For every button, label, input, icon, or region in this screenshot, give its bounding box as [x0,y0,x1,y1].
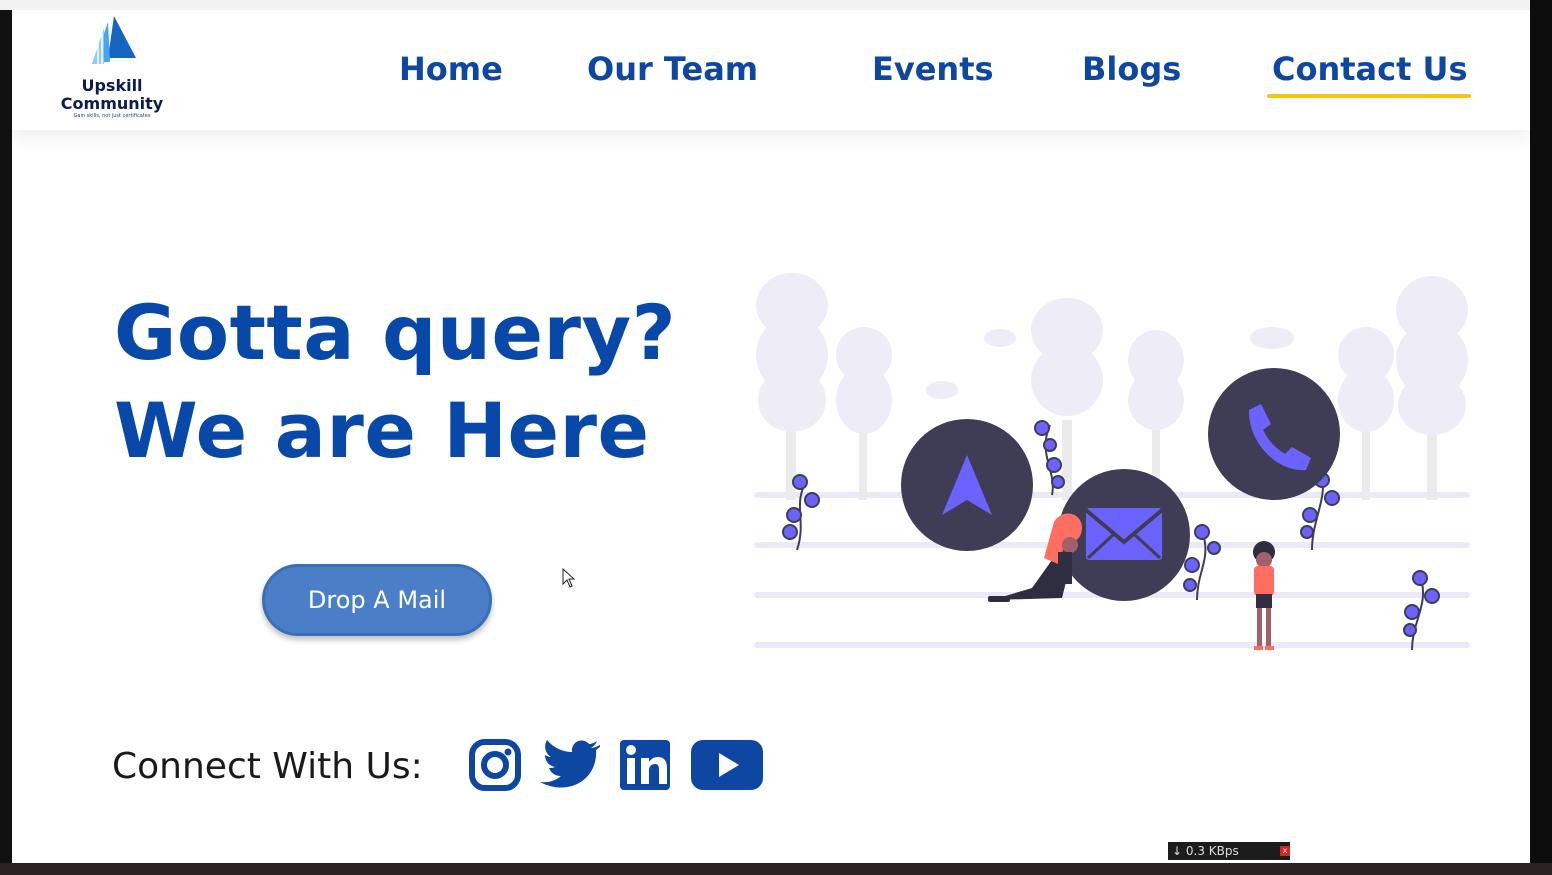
hero-headline-line2: We are Here [114,386,650,475]
phone-circle [1208,368,1340,500]
navigation-circle [901,419,1033,551]
instagram-icon[interactable] [468,738,522,792]
twitter-icon[interactable] [538,738,600,792]
taskbar-strip [0,863,1552,875]
hero-headline-line1: Gotta query? [114,288,677,377]
logo-sail-icon [92,16,136,64]
network-speed-widget: ↓ 0.3 KBps x [1168,842,1290,860]
nav-home[interactable]: Home [399,50,503,88]
network-speed-text: ↓ 0.3 KBps [1172,844,1239,858]
drop-a-mail-button[interactable]: Drop A Mail [262,564,492,636]
connect-with-us-label: Connect With Us: [112,746,423,787]
browser-top-strip [0,0,1552,10]
nav-blogs[interactable]: Blogs [1082,50,1181,88]
standing-person [1253,541,1275,650]
window-right-edge [1530,0,1552,875]
nav-events[interactable]: Events [872,50,994,88]
logo-text-line1: Upskill [81,76,143,95]
page: Upskill Community Gain skills, not just … [12,10,1530,863]
nav-our-team[interactable]: Our Team [587,50,758,88]
contact-illustration [754,273,1470,651]
background-trees [756,273,1468,500]
mail-icon [1086,508,1162,560]
logo-text-line2: Community [60,94,164,113]
youtube-icon[interactable] [690,738,764,792]
linkedin-icon[interactable] [619,738,671,792]
logo-tagline: Gain skills, not just certificates [73,113,151,119]
site-logo[interactable]: Upskill Community Gain skills, not just … [50,14,174,122]
site-header: Upskill Community Gain skills, not just … [12,10,1530,130]
mouse-cursor-icon [562,568,576,588]
network-widget-close-button[interactable]: x [1280,846,1290,856]
nav-contact-us[interactable]: Contact Us [1272,50,1468,88]
active-nav-underline [1267,94,1471,98]
